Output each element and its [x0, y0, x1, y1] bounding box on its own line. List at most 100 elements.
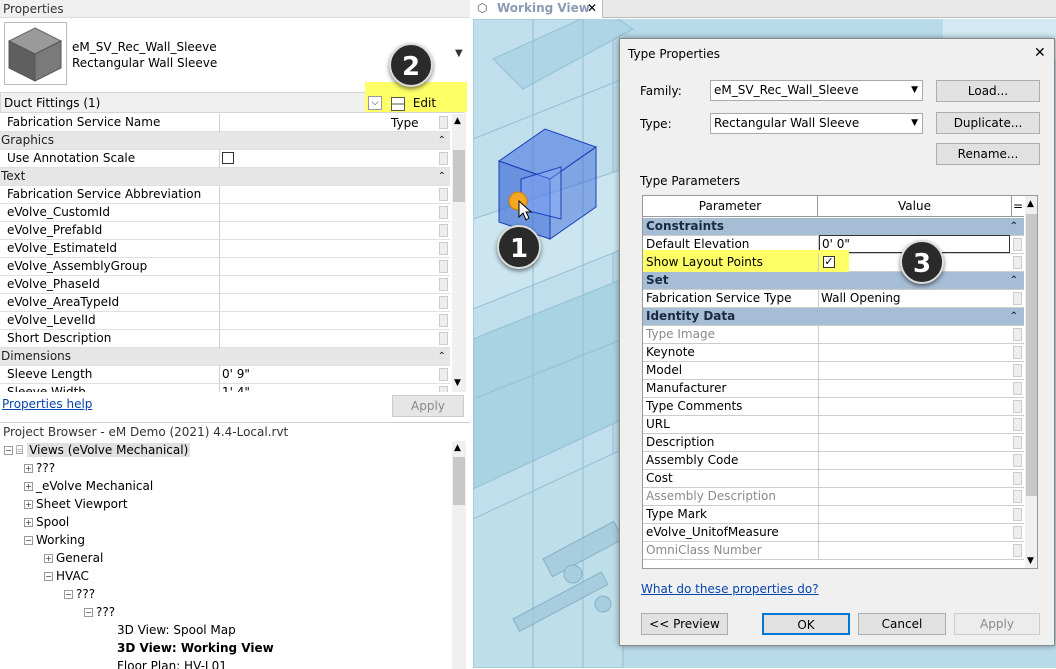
- scroll-down-icon[interactable]: ▼: [1027, 556, 1034, 566]
- scroll-up-icon[interactable]: ▲: [1027, 199, 1034, 209]
- collapse-icon[interactable]: ⌃: [1010, 272, 1018, 289]
- collapse-icon[interactable]: −: [84, 608, 93, 617]
- cancel-button[interactable]: Cancel: [858, 613, 946, 635]
- expand-icon[interactable]: +: [24, 482, 33, 491]
- parameter-category-row[interactable]: Set ⌃: [643, 272, 1024, 290]
- properties-help-link[interactable]: What do these properties do?: [641, 582, 819, 596]
- property-value[interactable]: 0' 9": [222, 366, 250, 383]
- value-column-header[interactable]: Value: [818, 196, 1012, 217]
- associate-parameter-button[interactable]: [439, 296, 448, 309]
- apply-button[interactable]: Apply: [954, 613, 1040, 635]
- associate-parameter-button[interactable]: [1013, 490, 1022, 503]
- associate-parameter-button[interactable]: [439, 116, 448, 129]
- property-row[interactable]: eVolve_AssemblyGroup: [0, 258, 450, 276]
- properties-scrollbar[interactable]: ▲ ▼: [452, 114, 466, 392]
- tree-item[interactable]: − ⌸ Views (eVolve Mechanical): [4, 441, 191, 459]
- property-row[interactable]: eVolve_AreaTypeId: [0, 294, 450, 312]
- property-row[interactable]: Sleeve Width 1' 4": [0, 384, 450, 392]
- property-row[interactable]: Sleeve Length 0' 9": [0, 366, 450, 384]
- tree-item[interactable]: −???: [64, 585, 95, 603]
- property-category-row[interactable]: Dimensions ⌃: [0, 348, 450, 366]
- type-dropdown[interactable]: Rectangular Wall Sleeve ▼: [710, 113, 923, 134]
- parameter-row[interactable]: Manufacturer: [643, 380, 1024, 398]
- collapse-icon[interactable]: ⌃: [438, 132, 446, 149]
- parameter-row[interactable]: Assembly Code: [643, 452, 1024, 470]
- parameter-value[interactable]: Wall Opening: [821, 290, 901, 307]
- close-dialog-icon[interactable]: ✕: [1034, 45, 1046, 61]
- expand-icon[interactable]: +: [44, 554, 53, 563]
- parameter-row[interactable]: Type Mark: [643, 506, 1024, 524]
- property-row[interactable]: Fabrication Service Abbreviation: [0, 186, 450, 204]
- associate-parameter-button[interactable]: [1013, 238, 1022, 251]
- type-selector[interactable]: eM_SV_Rec_Wall_Sleeve Rectangular Wall S…: [72, 39, 217, 71]
- rename-button[interactable]: Rename...: [936, 143, 1040, 165]
- associate-parameter-button[interactable]: [1013, 454, 1022, 467]
- browser-scrollbar[interactable]: ▲: [452, 441, 466, 669]
- property-value[interactable]: 1' 4": [222, 384, 250, 392]
- formula-column-header[interactable]: =: [1012, 196, 1024, 217]
- properties-help-link[interactable]: Properties help: [2, 397, 92, 411]
- tree-item[interactable]: − HVAC: [44, 567, 89, 585]
- parameter-column-header[interactable]: Parameter: [643, 196, 818, 217]
- grid-scrollbar[interactable]: ▲ ▼: [1025, 196, 1037, 568]
- tree-item[interactable]: + Spool: [24, 513, 69, 531]
- associate-parameter-button[interactable]: [1013, 436, 1022, 449]
- collapse-icon[interactable]: −: [64, 590, 73, 599]
- preview-button[interactable]: << Preview: [641, 613, 728, 635]
- property-category-row[interactable]: Text ⌃: [0, 168, 450, 186]
- collapse-icon[interactable]: ⌃: [1010, 218, 1018, 235]
- collapse-icon[interactable]: ⌃: [438, 348, 446, 365]
- associate-parameter-button[interactable]: [1013, 526, 1022, 539]
- tree-item[interactable]: 3D View: Working View: [104, 639, 274, 657]
- edit-type-button[interactable]: Edit Type: [391, 93, 464, 130]
- scroll-up-icon[interactable]: ▲: [454, 443, 461, 453]
- parameter-row[interactable]: Keynote: [643, 344, 1024, 362]
- scroll-up-icon[interactable]: ▲: [454, 116, 461, 126]
- parameter-row[interactable]: Type Image: [643, 326, 1024, 344]
- scroll-down-icon[interactable]: ▼: [454, 378, 461, 388]
- associate-parameter-button[interactable]: [439, 260, 448, 273]
- associate-parameter-button[interactable]: [439, 386, 448, 392]
- associate-parameter-button[interactable]: [1013, 544, 1022, 557]
- use-annotation-scale-checkbox[interactable]: [222, 152, 234, 164]
- expand-icon[interactable]: +: [24, 518, 33, 527]
- associate-parameter-button[interactable]: [439, 368, 448, 381]
- property-row[interactable]: Short Description: [0, 330, 450, 348]
- associate-parameter-button[interactable]: [439, 224, 448, 237]
- property-row[interactable]: Use Annotation Scale: [0, 150, 450, 168]
- associate-parameter-button[interactable]: [439, 152, 448, 165]
- associate-parameter-button[interactable]: [439, 278, 448, 291]
- associate-parameter-button[interactable]: [1013, 418, 1022, 431]
- parameter-category-row[interactable]: Constraints ⌃: [643, 218, 1024, 236]
- associate-parameter-button[interactable]: [1013, 292, 1022, 305]
- parameter-row[interactable]: Assembly Description: [643, 488, 1024, 506]
- associate-parameter-button[interactable]: [1013, 400, 1022, 413]
- property-row[interactable]: eVolve_LevelId: [0, 312, 450, 330]
- show-layout-points-checkbox[interactable]: ✓: [823, 256, 835, 268]
- collapse-icon[interactable]: −: [4, 446, 13, 455]
- collapse-icon[interactable]: ⌃: [1010, 308, 1018, 325]
- associate-parameter-button[interactable]: [1013, 328, 1022, 341]
- close-tab-icon[interactable]: ✕: [587, 0, 597, 17]
- associate-parameter-button[interactable]: [439, 188, 448, 201]
- tree-item[interactable]: + Sheet Viewport: [24, 495, 128, 513]
- collapse-icon[interactable]: −: [44, 572, 53, 581]
- scroll-thumb[interactable]: [1026, 214, 1037, 496]
- property-row[interactable]: eVolve_EstimateId: [0, 240, 450, 258]
- parameter-row[interactable]: Cost: [643, 470, 1024, 488]
- collapse-icon[interactable]: −: [24, 536, 33, 545]
- tree-item[interactable]: + General: [44, 549, 103, 567]
- apply-button[interactable]: Apply: [392, 395, 464, 417]
- ok-button[interactable]: OK: [762, 613, 850, 635]
- type-dropdown-arrow-icon[interactable]: ▼: [455, 48, 463, 59]
- expand-icon[interactable]: +: [24, 464, 33, 473]
- associate-parameter-button[interactable]: [1013, 364, 1022, 377]
- tree-item[interactable]: − Working: [24, 531, 85, 549]
- parameter-row[interactable]: URL: [643, 416, 1024, 434]
- parameter-row[interactable]: Type Comments: [643, 398, 1024, 416]
- tab-working-view[interactable]: ⬡ Working View ✕: [473, 0, 603, 18]
- associate-parameter-button[interactable]: [1013, 256, 1022, 269]
- parameter-row[interactable]: Model: [643, 362, 1024, 380]
- associate-parameter-button[interactable]: [439, 242, 448, 255]
- associate-parameter-button[interactable]: [439, 206, 448, 219]
